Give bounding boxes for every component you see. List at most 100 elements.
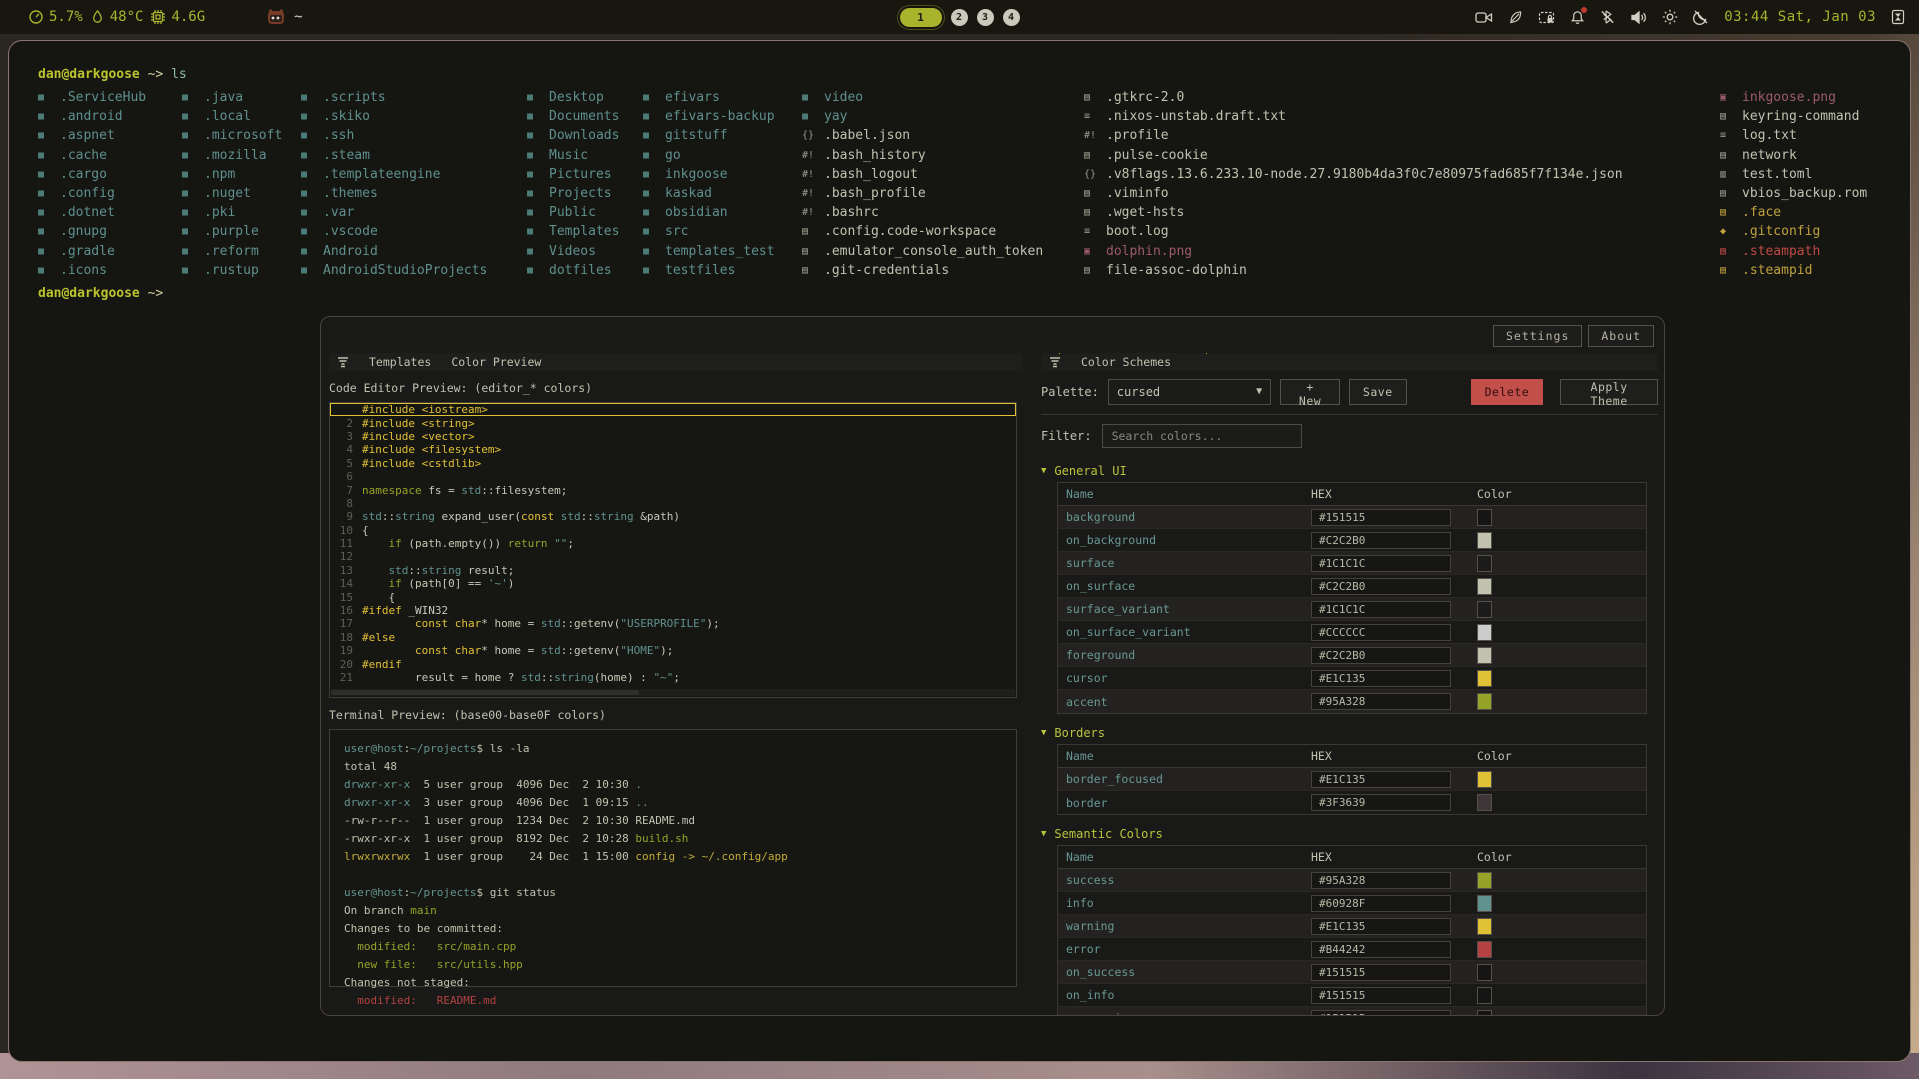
code-line: 16#ifdef _WIN32 bbox=[330, 604, 1016, 617]
hex-input[interactable]: #C2C2B0 bbox=[1311, 532, 1451, 549]
apply-theme-button[interactable]: Apply Theme bbox=[1560, 379, 1658, 405]
hex-input[interactable]: #B44242 bbox=[1311, 941, 1451, 958]
color-swatch[interactable] bbox=[1477, 872, 1492, 889]
ls-entry: ▤.git-credentials bbox=[802, 261, 1043, 280]
terminal-preview-line: Changes to be committed: bbox=[344, 919, 1016, 937]
color-swatch[interactable] bbox=[1477, 624, 1492, 641]
hex-input[interactable]: #95A328 bbox=[1311, 872, 1451, 889]
hex-input[interactable]: #151515 bbox=[1311, 987, 1451, 1004]
save-palette-button[interactable]: Save bbox=[1349, 379, 1407, 405]
color-name: foreground bbox=[1058, 648, 1311, 662]
color-swatch[interactable] bbox=[1477, 509, 1492, 526]
terminal-preview-line: modified: src/main.cpp bbox=[344, 937, 1016, 955]
ls-entry: ■.cargo bbox=[38, 165, 146, 184]
hex-input[interactable]: #E1C135 bbox=[1311, 918, 1451, 935]
night-light-icon[interactable] bbox=[1693, 9, 1709, 25]
code-line: 3#include <vector> bbox=[330, 430, 1016, 443]
color-swatch[interactable] bbox=[1477, 647, 1492, 664]
terminal-preview-line: user@host:~/projects$ ls -la bbox=[344, 739, 1016, 757]
prompt-symbol: ~> bbox=[148, 67, 164, 82]
bluetooth-off-icon[interactable] bbox=[1600, 9, 1615, 25]
color-swatch[interactable] bbox=[1477, 601, 1492, 618]
hex-input[interactable]: #3F3639 bbox=[1311, 794, 1451, 811]
tab-templates[interactable]: Templates bbox=[369, 355, 431, 369]
workspace-1[interactable]: 1 bbox=[900, 8, 942, 27]
ls-entry: ▤keyring-command bbox=[1720, 107, 1867, 126]
hex-input[interactable]: #E1C135 bbox=[1311, 670, 1451, 687]
feather-icon[interactable] bbox=[1508, 10, 1523, 25]
color-row: border_focused#E1C135 bbox=[1058, 768, 1646, 791]
hex-input[interactable]: #C2C2B0 bbox=[1311, 647, 1451, 664]
systray-widget-icon[interactable] bbox=[1891, 9, 1905, 25]
color-swatch[interactable] bbox=[1477, 693, 1492, 710]
hex-input[interactable]: #151515 bbox=[1311, 1010, 1451, 1016]
ls-entry: ■Templates bbox=[527, 222, 619, 241]
ls-entry: ■.mozilla bbox=[182, 146, 282, 165]
code-line: 15 { bbox=[330, 590, 1016, 603]
hex-input[interactable]: #C2C2B0 bbox=[1311, 578, 1451, 595]
hex-input[interactable]: #151515 bbox=[1311, 509, 1451, 526]
workspace-4[interactable]: 4 bbox=[1003, 9, 1020, 26]
section-title[interactable]: ▼Borders bbox=[1041, 722, 1658, 744]
hex-input[interactable]: #60928F bbox=[1311, 895, 1451, 912]
ls-entry: ■.reform bbox=[182, 242, 282, 261]
ls-entry: ■dotfiles bbox=[527, 261, 619, 280]
workspace-2[interactable]: 2 bbox=[951, 9, 968, 26]
color-swatch[interactable] bbox=[1477, 895, 1492, 912]
tab-color-schemes[interactable]: Color Schemes bbox=[1081, 355, 1171, 369]
hex-input[interactable]: #E1C135 bbox=[1311, 771, 1451, 788]
workspace-3[interactable]: 3 bbox=[977, 9, 994, 26]
color-swatch[interactable] bbox=[1477, 794, 1492, 811]
ls-entry: ≡boot.log bbox=[1084, 222, 1623, 241]
section-title[interactable]: ▼Semantic Colors bbox=[1041, 823, 1658, 845]
color-name: error bbox=[1058, 942, 1311, 956]
color-row: surface_variant#1C1C1C bbox=[1058, 598, 1646, 621]
tab-color-preview[interactable]: Color Preview bbox=[451, 355, 541, 369]
volume-icon[interactable] bbox=[1630, 10, 1647, 25]
color-swatch[interactable] bbox=[1477, 964, 1492, 981]
ls-entry: ■.config bbox=[38, 184, 146, 203]
color-swatch[interactable] bbox=[1477, 918, 1492, 935]
hex-input[interactable]: #1C1C1C bbox=[1311, 601, 1451, 618]
color-swatch[interactable] bbox=[1477, 670, 1492, 687]
color-swatch[interactable] bbox=[1477, 1010, 1492, 1016]
screenshot-lock-icon[interactable] bbox=[1538, 10, 1555, 25]
settings-button[interactable]: Settings bbox=[1493, 325, 1582, 347]
color-swatch[interactable] bbox=[1477, 987, 1492, 1004]
horizontal-scrollbar[interactable] bbox=[331, 689, 1015, 696]
about-button[interactable]: About bbox=[1588, 325, 1654, 347]
code-line: 18#else bbox=[330, 631, 1016, 644]
notifications-icon[interactable] bbox=[1570, 9, 1585, 25]
color-row: on_surface_variant#CCCCCC bbox=[1058, 621, 1646, 644]
color-schemes-panel: Color Schemes Palette: cursed ▼ + New Sa… bbox=[1041, 353, 1658, 1015]
color-swatch[interactable] bbox=[1477, 771, 1492, 788]
color-swatch[interactable] bbox=[1477, 532, 1492, 549]
color-row: accent#95A328 bbox=[1058, 690, 1646, 713]
ls-entry: ■Documents bbox=[527, 107, 619, 126]
code-line: 8 bbox=[330, 497, 1016, 510]
color-search-input[interactable] bbox=[1102, 424, 1302, 448]
color-row: surface#1C1C1C bbox=[1058, 552, 1646, 575]
clock[interactable]: 03:44 Sat, Jan 03 bbox=[1724, 9, 1876, 25]
color-swatch[interactable] bbox=[1477, 941, 1492, 958]
terminal-preview-line: modified: README.md bbox=[344, 991, 1016, 1009]
hex-input[interactable]: #95A328 bbox=[1311, 693, 1451, 710]
brightness-icon[interactable] bbox=[1662, 9, 1678, 25]
color-row: on_background#C2C2B0 bbox=[1058, 529, 1646, 552]
ls-entry: ▤.viminfo bbox=[1084, 184, 1623, 203]
hex-input[interactable]: #CCCCCC bbox=[1311, 624, 1451, 641]
screen-record-icon[interactable] bbox=[1475, 10, 1493, 25]
code-line: 12 bbox=[330, 550, 1016, 563]
ls-entry: ■Pictures bbox=[527, 165, 619, 184]
palette-select[interactable]: cursed ▼ bbox=[1108, 379, 1271, 405]
code-line: 6 bbox=[330, 470, 1016, 483]
hex-input[interactable]: #1C1C1C bbox=[1311, 555, 1451, 572]
ls-entry: ■.vscode bbox=[301, 222, 487, 241]
section-title[interactable]: ▼General UI bbox=[1041, 460, 1658, 482]
ls-entry: {}.babel.json bbox=[802, 126, 1043, 145]
color-swatch[interactable] bbox=[1477, 578, 1492, 595]
delete-palette-button[interactable]: Delete bbox=[1471, 379, 1544, 405]
color-swatch[interactable] bbox=[1477, 555, 1492, 572]
hex-input[interactable]: #151515 bbox=[1311, 964, 1451, 981]
new-palette-button[interactable]: + New bbox=[1280, 379, 1340, 405]
